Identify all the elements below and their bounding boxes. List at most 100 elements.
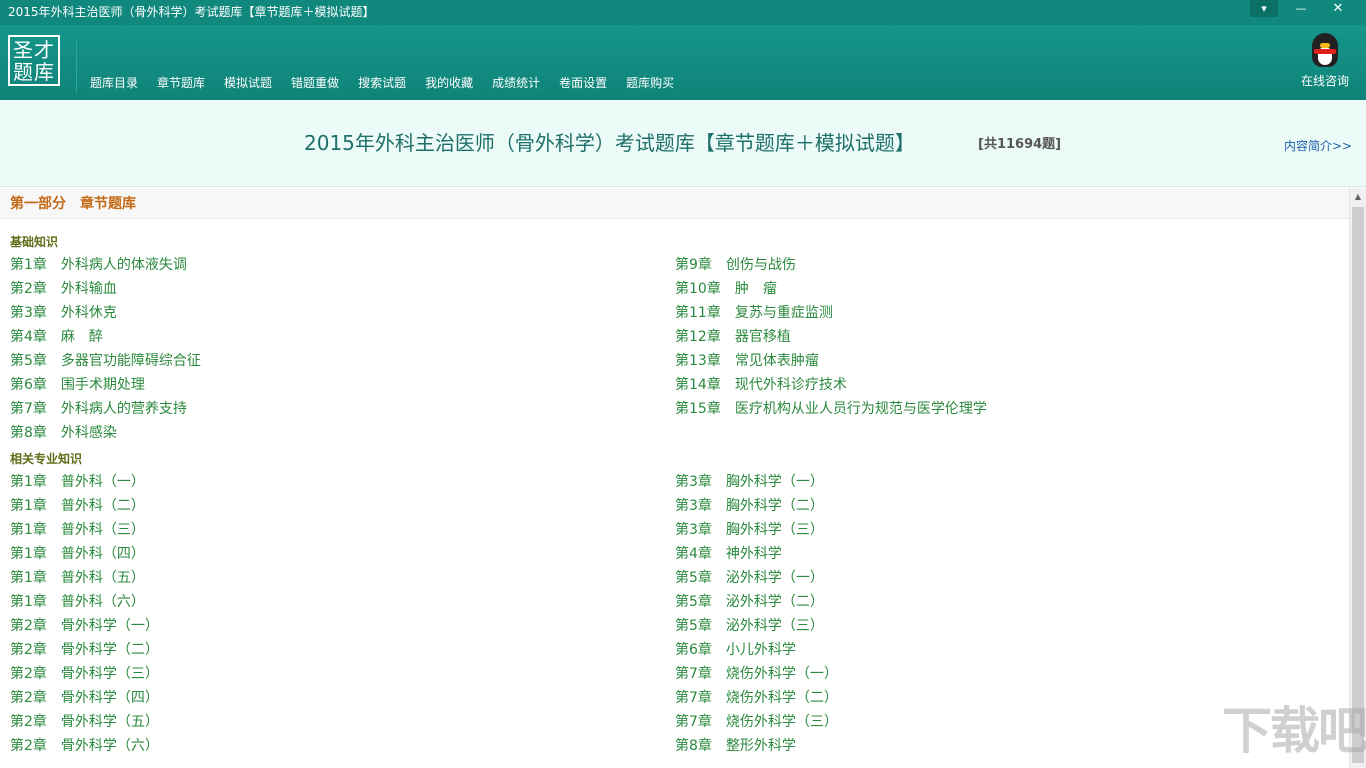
nav-item-chapter-bank[interactable]: 章节题库 <box>149 75 213 93</box>
chapter-link[interactable]: 第15章 医疗机构从业人员行为规范与医学伦理学 <box>675 400 987 418</box>
chapter-link[interactable]: 第1章 外科病人的体液失调 <box>10 256 187 274</box>
logo-line2: 题库 <box>13 60 55 84</box>
vertical-scrollbar[interactable]: ▲ <box>1349 188 1366 768</box>
chapter-link[interactable]: 第1章 普外科（二） <box>10 497 145 515</box>
logo-line1: 圣才 <box>13 38 55 62</box>
chapter-link[interactable]: 第4章 神外科学 <box>675 545 782 563</box>
nav-item-search[interactable]: 搜索试题 <box>350 75 414 93</box>
chapter-title: 普外科（二） <box>60 498 145 514</box>
chapter-link[interactable]: 第2章 骨外科学（二） <box>10 641 159 659</box>
minimize-icon[interactable]: — <box>1287 0 1315 17</box>
chapter-link[interactable]: 第5章 泌外科学（三） <box>675 617 824 635</box>
chapter-number: 第8章 <box>675 738 712 754</box>
chapter-link[interactable]: 第8章 整形外科学 <box>675 737 796 755</box>
chapter-number: 第1章 <box>10 570 47 586</box>
chapter-link[interactable]: 第14章 现代外科诊疗技术 <box>675 376 847 394</box>
chapter-link[interactable]: 第1章 普外科（六） <box>10 593 145 611</box>
chapter-link[interactable]: 第3章 胸外科学（一） <box>675 473 824 491</box>
chapter-link[interactable]: 第8章 外科感染 <box>10 424 117 442</box>
header-divider <box>76 39 77 93</box>
chapter-title: 骨外科学（二） <box>60 642 159 658</box>
watermark-logo: 下载吧 <box>1222 702 1366 760</box>
chapter-link[interactable]: 第3章 胸外科学（二） <box>675 497 824 515</box>
chapter-link[interactable]: 第6章 小儿外科学 <box>675 641 796 659</box>
chapter-link[interactable]: 第7章 外科病人的营养支持 <box>10 400 187 418</box>
chapter-link[interactable]: 第1章 普外科（四） <box>10 545 145 563</box>
chapter-number: 第5章 <box>675 570 712 586</box>
nav-item-catalog[interactable]: 题库目录 <box>82 75 146 93</box>
chapter-link[interactable]: 第7章 烧伤外科学（二） <box>675 689 838 707</box>
chapter-number: 第14章 <box>675 377 721 393</box>
chapter-link[interactable]: 第2章 骨外科学（五） <box>10 713 159 731</box>
chapter-link[interactable]: 第4章麻 醉 <box>10 328 103 346</box>
chapter-number: 第7章 <box>10 401 47 417</box>
chapter-title: 肿 瘤 <box>734 281 777 297</box>
chapter-link[interactable]: 第3章 胸外科学（三） <box>675 521 824 539</box>
chapter-link[interactable]: 第5章 泌外科学（一） <box>675 569 824 587</box>
chapter-link[interactable]: 第3章 外科休克 <box>10 304 117 322</box>
nav-item-mock-exam[interactable]: 模拟试题 <box>216 75 280 93</box>
section-title-basic: 基础知识 <box>10 235 59 249</box>
chapter-title: 普外科（一） <box>60 474 145 490</box>
nav-item-statistics[interactable]: 成绩统计 <box>484 75 548 93</box>
main-nav: 题库目录 章节题库 模拟试题 错题重做 搜索试题 我的收藏 成绩统计 卷面设置 … <box>82 75 685 93</box>
chapter-title: 外科感染 <box>60 425 117 441</box>
chapter-title: 普外科（四） <box>60 546 145 562</box>
chapter-number: 第4章 <box>10 329 47 345</box>
chapter-number: 第8章 <box>10 425 47 441</box>
chapter-title: 胸外科学（一） <box>725 474 824 490</box>
chapter-number: 第3章 <box>10 305 47 321</box>
chapter-link[interactable]: 第11章 复苏与重症监测 <box>675 304 833 322</box>
scroll-up-icon[interactable]: ▲ <box>1350 189 1366 205</box>
window-title: 2015年外科主治医师（骨外科学）考试题库【章节题库＋模拟试题】 <box>8 5 375 19</box>
chapter-link[interactable]: 第1章 普外科（三） <box>10 521 145 539</box>
nav-item-favorites[interactable]: 我的收藏 <box>417 75 481 93</box>
window-titlebar: 2015年外科主治医师（骨外科学）考试题库【章节题库＋模拟试题】 ▾ — ✕ <box>0 0 1366 25</box>
intro-link[interactable]: 内容简介>> <box>1284 138 1352 154</box>
nav-item-paper-settings[interactable]: 卷面设置 <box>551 75 615 93</box>
chapter-number: 第2章 <box>10 690 47 706</box>
chapter-title: 烧伤外科学（一） <box>725 666 838 682</box>
chapter-link[interactable]: 第2章 骨外科学（一） <box>10 617 159 635</box>
chapter-link[interactable]: 第7章 烧伤外科学（三） <box>675 713 838 731</box>
chapter-link[interactable]: 第6章 围手术期处理 <box>10 376 145 394</box>
dropdown-menu-icon[interactable]: ▾ <box>1250 0 1278 17</box>
chapter-title: 普外科（五） <box>60 570 145 586</box>
chapter-link[interactable]: 第2章 骨外科学（六） <box>10 737 159 755</box>
online-consult-label: 在线咨询 <box>1300 74 1349 88</box>
chapter-title: 普外科（六） <box>60 594 145 610</box>
chapter-title: 胸外科学（三） <box>725 522 824 538</box>
nav-item-purchase[interactable]: 题库购买 <box>618 75 682 93</box>
close-icon[interactable]: ✕ <box>1324 0 1352 17</box>
chapter-link[interactable]: 第10章肿 瘤 <box>675 280 777 298</box>
chapter-number: 第15章 <box>675 401 721 417</box>
chapter-link[interactable]: 第1章 普外科（一） <box>10 473 145 491</box>
chapter-link[interactable]: 第1章 普外科（五） <box>10 569 145 587</box>
chapter-title: 泌外科学（二） <box>725 594 824 610</box>
chapter-number: 第9章 <box>675 257 712 273</box>
chapter-link[interactable]: 第2章 外科输血 <box>10 280 117 298</box>
chapter-title: 烧伤外科学（二） <box>725 690 838 706</box>
chapter-number: 第7章 <box>675 714 712 730</box>
chapter-title: 小儿外科学 <box>725 642 796 658</box>
app-logo: 圣才 题库 <box>8 35 60 86</box>
scrollbar-thumb[interactable] <box>1352 207 1364 763</box>
chapter-title: 器官移植 <box>734 329 791 345</box>
online-consult-button[interactable]: 在线咨询 <box>1296 31 1354 89</box>
chapter-number: 第2章 <box>10 738 47 754</box>
part-title: 第一部分 章节题库 <box>10 196 136 212</box>
chapter-number: 第1章 <box>10 594 47 610</box>
nav-item-redo-wrong[interactable]: 错题重做 <box>283 75 347 93</box>
chapter-link[interactable]: 第7章 烧伤外科学（一） <box>675 665 838 683</box>
chapter-link[interactable]: 第2章 骨外科学（三） <box>10 665 159 683</box>
chapter-link[interactable]: 第12章 器官移植 <box>675 328 791 346</box>
chapter-link[interactable]: 第2章 骨外科学（四） <box>10 689 159 707</box>
chapter-title: 整形外科学 <box>725 738 796 754</box>
chapter-link[interactable]: 第9章 创伤与战伤 <box>675 256 796 274</box>
chapter-link[interactable]: 第5章 泌外科学（二） <box>675 593 824 611</box>
chapter-number: 第2章 <box>10 666 47 682</box>
chapter-title: 神外科学 <box>725 546 782 562</box>
chapter-link[interactable]: 第5章 多器官功能障碍综合征 <box>10 352 201 370</box>
chapter-title: 麻 醉 <box>60 329 103 345</box>
chapter-link[interactable]: 第13章 常见体表肿瘤 <box>675 352 819 370</box>
